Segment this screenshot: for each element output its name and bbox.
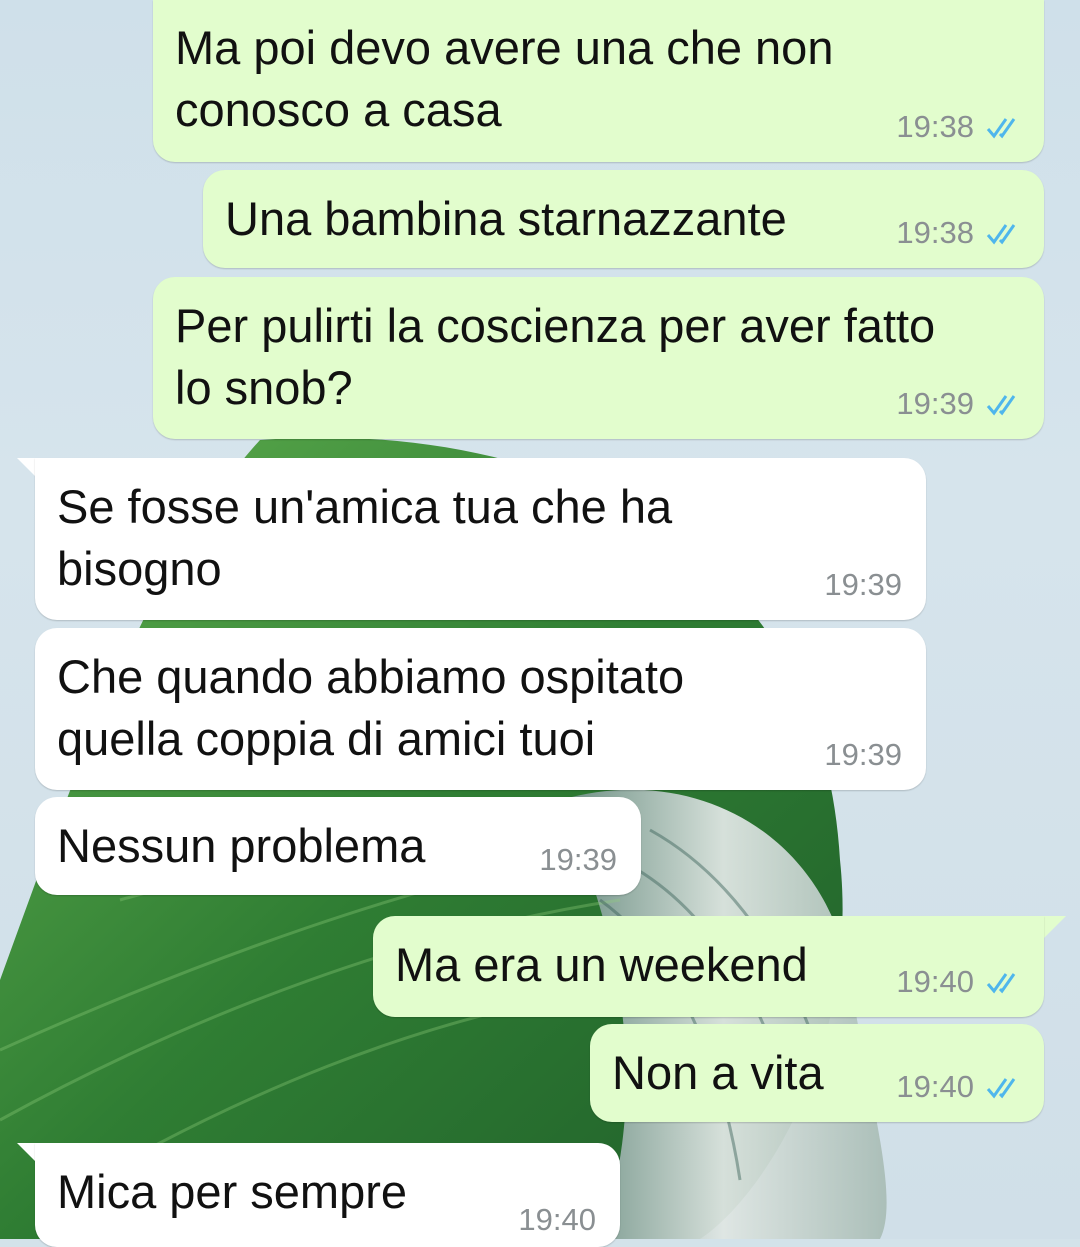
message-timestamp: 19:38 bbox=[896, 109, 974, 144]
message-text-line: Se fosse un'amica tua che ha bbox=[57, 480, 673, 533]
message-text-line: Ma poi devo avere una che non bbox=[175, 21, 834, 74]
message-text-line: Per pulirti la coscienza per aver fatto bbox=[175, 299, 936, 352]
double-check-read-icon bbox=[986, 395, 1016, 416]
double-check-read-icon bbox=[986, 118, 1016, 139]
message-text-line: conosco a casa bbox=[175, 83, 502, 136]
message-text-line: bisogno bbox=[57, 542, 222, 595]
bubble-tail bbox=[1044, 916, 1066, 938]
message-bubble-outgoing[interactable]: Non a vita 19:40 bbox=[590, 1024, 1044, 1122]
message-bubble-outgoing[interactable]: Una bambina starnazzante 19:38 bbox=[203, 170, 1044, 268]
message-bubble-incoming[interactable]: Mica per sempre 19:40 bbox=[35, 1143, 620, 1247]
message-text-line: Una bambina starnazzante bbox=[225, 192, 787, 245]
message-text-line: lo snob? bbox=[175, 361, 353, 414]
message-timestamp: 19:38 bbox=[896, 215, 974, 250]
message-text-line: quella coppia di amici tuoi bbox=[57, 712, 596, 765]
message-text-line: Che quando abbiamo ospitato bbox=[57, 650, 685, 703]
message-text-line: Nessun problema bbox=[57, 819, 426, 872]
message-text-line: Mica per sempre bbox=[57, 1165, 407, 1218]
message-timestamp: 19:39 bbox=[824, 567, 902, 602]
message-timestamp: 19:39 bbox=[896, 386, 974, 421]
double-check-read-icon bbox=[986, 973, 1016, 994]
message-text-line: Non a vita bbox=[612, 1046, 824, 1099]
message-bubble-incoming[interactable]: Che quando abbiamo ospitato quella coppi… bbox=[35, 628, 926, 790]
message-bubble-outgoing[interactable]: Per pulirti la coscienza per aver fatto … bbox=[153, 277, 1044, 439]
message-bubble-incoming[interactable]: Se fosse un'amica tua che ha bisogno 19:… bbox=[35, 458, 926, 620]
double-check-read-icon bbox=[986, 224, 1016, 245]
double-check-read-icon bbox=[986, 1078, 1016, 1099]
message-timestamp: 19:39 bbox=[539, 842, 617, 877]
message-timestamp: 19:40 bbox=[518, 1202, 596, 1237]
message-timestamp: 19:40 bbox=[896, 964, 974, 999]
message-bubble-incoming[interactable]: Nessun problema 19:39 bbox=[35, 797, 641, 895]
message-text-line: Ma era un weekend bbox=[395, 938, 808, 991]
message-timestamp: 19:40 bbox=[896, 1069, 974, 1104]
message-timestamp: 19:39 bbox=[824, 737, 902, 772]
conversation: Ma poi devo avere una che non conosco a … bbox=[0, 0, 1080, 1247]
message-bubble-outgoing[interactable]: Ma era un weekend 19:40 bbox=[373, 916, 1044, 1017]
message-bubble-outgoing[interactable]: Ma poi devo avere una che non conosco a … bbox=[153, 0, 1044, 162]
